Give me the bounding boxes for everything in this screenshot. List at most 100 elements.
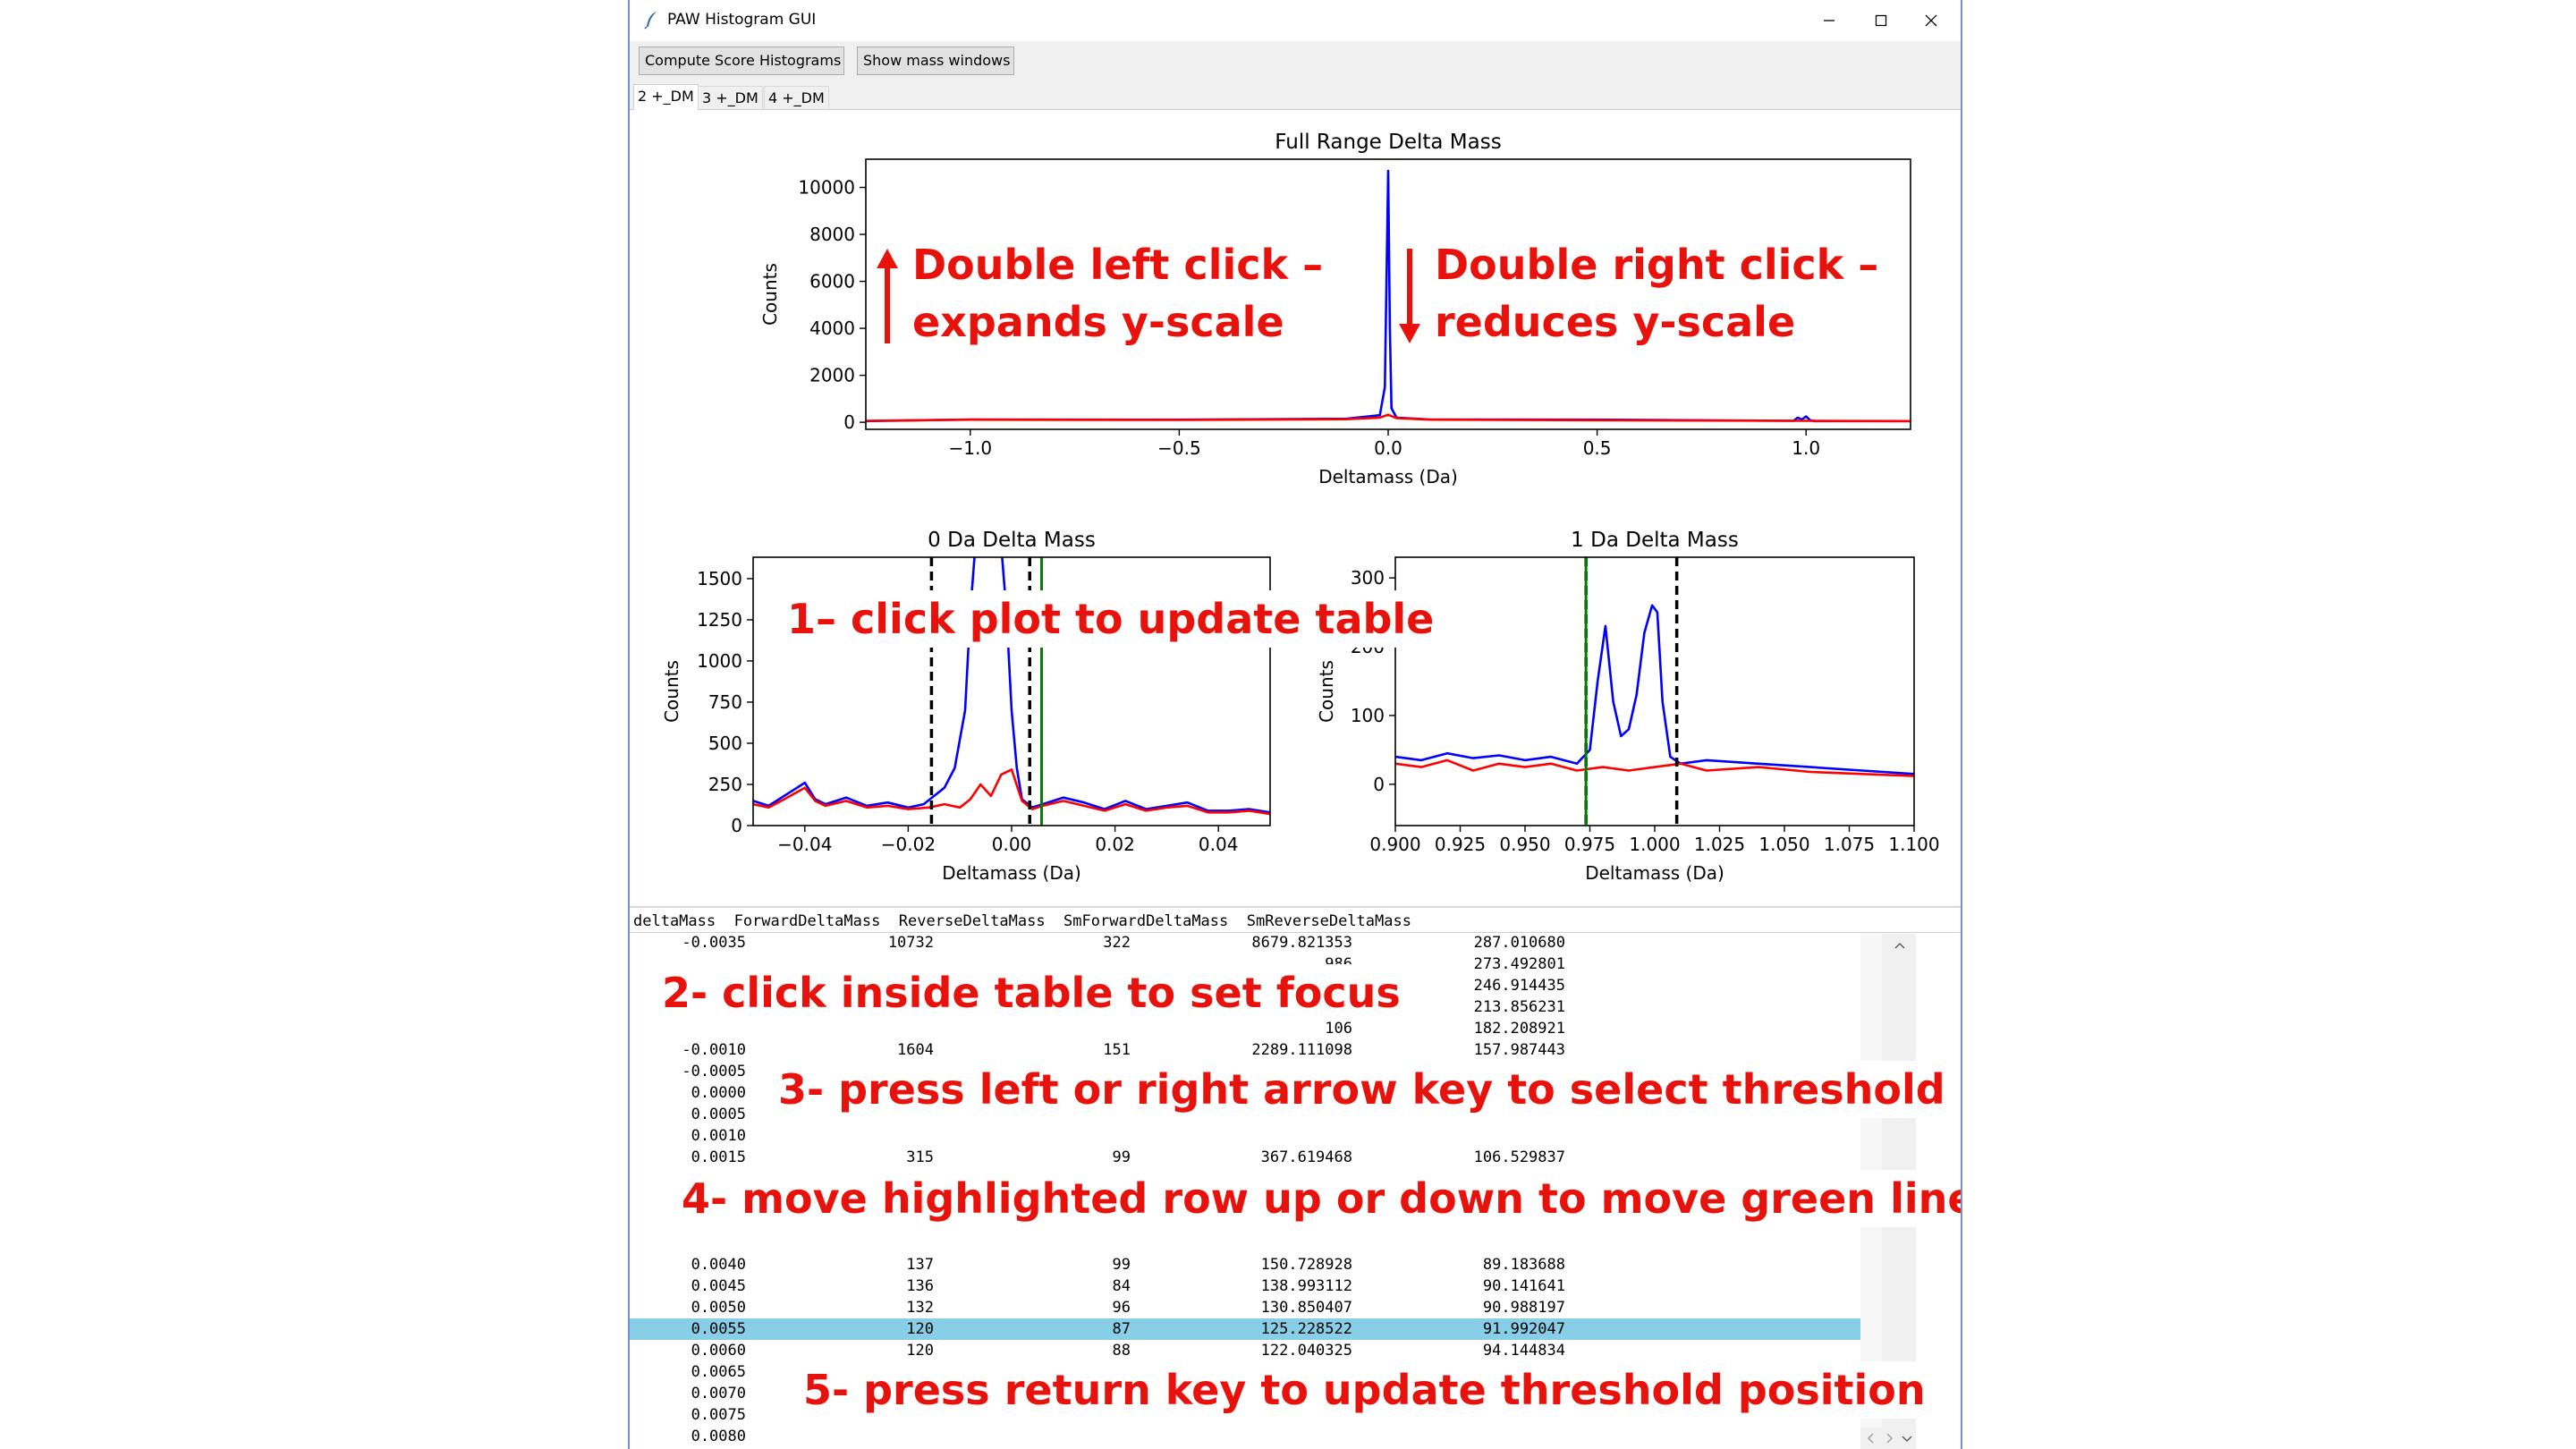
plot-canvas[interactable]: −1.0 −0.5 0.0 0.5 1.0 0 2000 4000 6000 8000 10000 F… <box>630 110 1961 906</box>
y-tick-label: 4000 <box>809 318 855 339</box>
table-cell: 8679.821353 <box>1251 934 1352 952</box>
table-cell: 120 <box>906 1320 934 1338</box>
compute-score-histograms-button[interactable]: Compute Score Histograms <box>639 47 844 75</box>
y-axis-label: Counts <box>661 660 682 723</box>
table-row[interactable]: 0.0010 <box>630 1125 1860 1147</box>
tab-4-dm[interactable]: 4 +_DM <box>764 86 829 109</box>
table-cell: -0.0035 <box>682 934 746 952</box>
table-cell: 0.0060 <box>691 1342 746 1360</box>
annotation-double-right-line1: Double right click – <box>1435 241 1879 289</box>
table-cell: 246.914435 <box>1473 977 1565 995</box>
chart-1[interactable]: −0.04 −0.02 0.00 0.02 0.04 0 250 500 750 1000 1250… <box>661 529 1271 884</box>
tab-3-dm[interactable]: 3 +_DM <box>698 86 763 109</box>
y-tick-label: 8000 <box>809 224 855 245</box>
x-tick-label: −0.5 <box>1157 437 1201 459</box>
series-group <box>1395 557 1914 826</box>
annotation-double-left-line2: expands y-scale <box>912 298 1284 346</box>
annotation-step5: 5- press return key to update threshold … <box>796 1361 1933 1419</box>
table-row[interactable]: 0.0015 315 99 367.619468 106.529837 <box>630 1147 1860 1168</box>
annotation-double-right: Double right click – reduces y-scale <box>1399 236 1879 351</box>
table-cell: 137 <box>906 1256 934 1274</box>
x-axis-label: Deltamass (Da) <box>1585 862 1724 884</box>
table-cell: 2289.111098 <box>1251 1041 1352 1059</box>
table-cell: 0.0075 <box>691 1406 746 1424</box>
y-tick-label: 750 <box>708 691 742 713</box>
scroll-right-icon[interactable] <box>1880 1429 1898 1447</box>
table-cell: 88 <box>1112 1342 1131 1360</box>
x-tick-label: 0.00 <box>992 834 1032 855</box>
y-tick-label: 300 <box>1351 567 1385 589</box>
chart-2[interactable]: 0.900 0.925 0.950 0.975 1.000 1.025 1.050 1.075… <box>1316 529 1940 884</box>
x-tick-label: 0.900 <box>1369 834 1420 855</box>
x-tick-label: −0.04 <box>777 834 832 855</box>
x-tick-label: −0.02 <box>881 834 936 855</box>
scroll-down-icon[interactable] <box>1898 1429 1916 1447</box>
table-cell: 182.208921 <box>1473 1020 1565 1038</box>
table-row[interactable]: 0.0050 132 96 130.850407 90.988197 <box>630 1297 1860 1318</box>
table-row[interactable]: -0.0010 1604 151 2289.111098 157.987443 <box>630 1039 1860 1061</box>
x-tick-label: 1.100 <box>1888 834 1939 855</box>
series-group <box>753 557 1270 826</box>
table-cell: 87 <box>1112 1320 1131 1338</box>
scroll-up-icon[interactable] <box>1891 937 1909 955</box>
horizontal-scroll-arrows <box>1860 1428 1916 1449</box>
table-cell: 151 <box>1103 1041 1131 1059</box>
feather-icon <box>644 12 657 30</box>
annotation-step2: 2- click inside table to set focus <box>655 964 1408 1021</box>
table-cell: 0.0080 <box>691 1428 746 1445</box>
table-cell: 1604 <box>897 1041 934 1059</box>
x-axis-label: Deltamass (Da) <box>942 862 1081 884</box>
minimize-icon <box>1824 20 1835 21</box>
toolbar: Compute Score Histograms Show mass windo… <box>630 41 1961 84</box>
table-cell: 367.619468 <box>1260 1148 1352 1166</box>
title-bar[interactable]: PAW Histogram GUI <box>630 0 1961 41</box>
table-cell: 315 <box>906 1148 934 1166</box>
tab-2-dm[interactable]: 2 +_DM <box>633 84 699 110</box>
table-cell: 138.993112 <box>1260 1277 1352 1295</box>
table-cell: 96 <box>1112 1299 1131 1317</box>
table-cell: 322 <box>1103 934 1131 952</box>
scroll-left-icon[interactable] <box>1862 1429 1880 1447</box>
table-row[interactable] <box>630 1233 1860 1254</box>
y-tick-label: 0 <box>731 815 742 836</box>
y-tick-label: 1250 <box>697 609 742 631</box>
x-tick-label: −1.0 <box>949 437 993 459</box>
x-tick-label: 0.975 <box>1564 834 1615 855</box>
series-line-red <box>866 413 1911 423</box>
table-cell: 99 <box>1112 1148 1131 1166</box>
annotation-double-left: Double left click – expands y-scale <box>877 236 1323 351</box>
show-mass-windows-button[interactable]: Show mass windows <box>857 47 1014 75</box>
table-cell: 132 <box>906 1299 934 1317</box>
close-button[interactable] <box>1900 0 1961 41</box>
x-tick-label: 1.025 <box>1694 834 1745 855</box>
table-row[interactable]: 0.0045 136 84 138.993112 90.141641 <box>630 1275 1860 1297</box>
table-row[interactable]: 0.0040 137 99 150.728928 89.183688 <box>630 1254 1860 1275</box>
table-cell: 94.144834 <box>1482 1342 1565 1360</box>
table-cell: 99 <box>1112 1256 1131 1274</box>
series-line-red <box>753 768 1270 816</box>
table-row[interactable]: 0.0080 <box>630 1426 1860 1447</box>
chart-title: Full Range Delta Mass <box>1275 131 1501 154</box>
table-cell: 89.183688 <box>1482 1256 1565 1274</box>
table-cell: 10732 <box>887 934 934 952</box>
maximize-icon <box>1875 14 1887 27</box>
table-cell: 125.228522 <box>1260 1320 1352 1338</box>
x-tick-label: 0.0 <box>1374 437 1402 459</box>
table-cell: 213.856231 <box>1473 998 1565 1016</box>
table-cell: 90.141641 <box>1482 1277 1565 1295</box>
table-cell: 0.0045 <box>691 1277 746 1295</box>
table-cell: 91.992047 <box>1482 1320 1565 1338</box>
y-axis-label: Counts <box>1316 660 1337 723</box>
table-cell: 120 <box>906 1342 934 1360</box>
table-row-selected[interactable]: 0.0055 120 87 125.228522 91.992047 <box>630 1318 1860 1340</box>
table-cell: 0.0040 <box>691 1256 746 1274</box>
chart-title: 0 Da Delta Mass <box>928 529 1096 552</box>
series-line-blue <box>1395 604 1914 775</box>
plots-svg[interactable]: −1.0 −0.5 0.0 0.5 1.00200040006000800010000F… <box>630 110 1961 906</box>
x-tick-label: 0.950 <box>1499 834 1550 855</box>
table-cell: 150.728928 <box>1260 1256 1352 1274</box>
tab-bar: 2 +_DM 3 +_DM 4 +_DM <box>630 84 1961 110</box>
table-row[interactable]: 0.0060 120 88 122.040325 94.144834 <box>630 1340 1860 1361</box>
table-row[interactable]: -0.0035 10732 322 8679.821353 287.010680 <box>630 934 1860 953</box>
table-cell: 0.0005 <box>691 1106 746 1123</box>
